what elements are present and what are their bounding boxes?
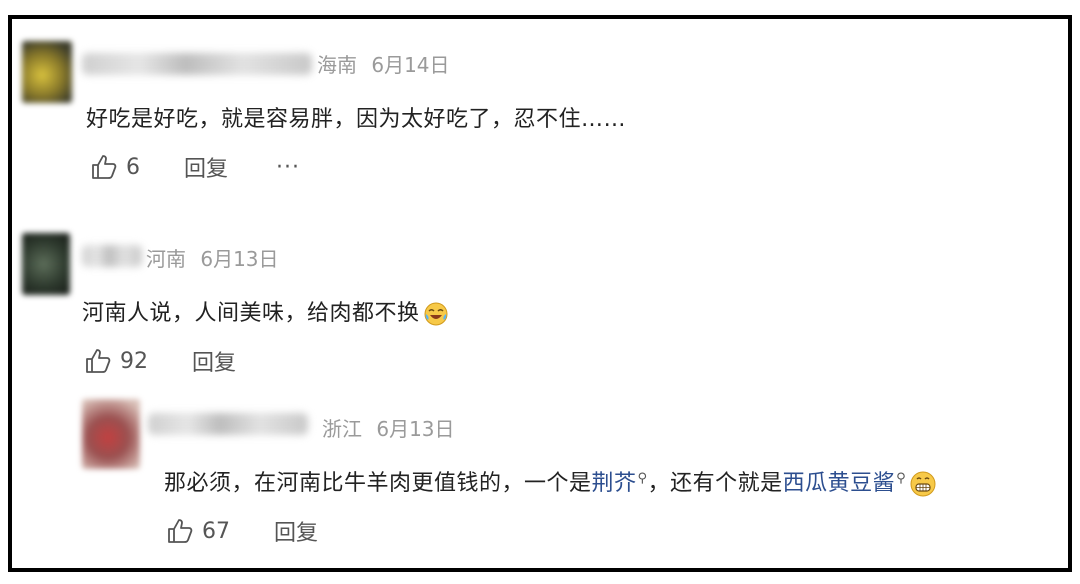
comment-text-body: 河南人说，人间美味，给肉都不换 — [82, 301, 420, 326]
like-count: 67 — [202, 518, 230, 544]
date: 6月14日 — [371, 53, 450, 77]
reply-text-part: ，还有个就是 — [647, 471, 783, 496]
location: 浙江 — [322, 417, 362, 441]
screenshot-frame: 海南 6月14日 好吃是好吃，就是容易胖，因为太好吃了，忍不住…… 6 回复 ·… — [8, 15, 1072, 572]
avatar[interactable] — [22, 41, 72, 103]
comment-text: 河南人说，人间美味，给肉都不换 — [82, 295, 449, 327]
thumbs-up-icon[interactable] — [90, 153, 118, 181]
thumbs-up-icon[interactable] — [166, 517, 194, 545]
reply-text-part: 那必须，在河南比牛羊肉更值钱的，一个是 — [164, 471, 592, 496]
avatar[interactable] — [22, 233, 70, 295]
username-blurred[interactable] — [82, 53, 312, 75]
more-options-button[interactable]: ··· — [276, 155, 300, 180]
date: 6月13日 — [376, 417, 455, 441]
search-link[interactable]: 荆芥 — [592, 471, 637, 496]
reply-text: 那必须，在河南比牛羊肉更值钱的，一个是荆芥⚲，还有个就是西瓜黄豆酱⚲ — [164, 465, 937, 498]
date: 6月13日 — [200, 247, 279, 271]
like-count: 6 — [126, 154, 140, 180]
thumbs-up-icon[interactable] — [84, 347, 112, 375]
reply-button[interactable]: 回复 — [192, 345, 236, 377]
search-icon[interactable]: ⚲ — [896, 471, 906, 486]
location: 河南 — [146, 247, 186, 271]
comment-meta: 海南 6月14日 — [317, 49, 450, 78]
reply-meta: 浙江 6月13日 — [322, 413, 455, 442]
search-icon[interactable]: ⚲ — [638, 471, 648, 486]
laughing-tears-emoji-icon — [424, 302, 448, 326]
reply-button[interactable]: 回复 — [274, 515, 318, 547]
search-link[interactable]: 西瓜黄豆酱 — [783, 471, 896, 496]
like-count: 92 — [120, 348, 148, 374]
comment-text: 好吃是好吃，就是容易胖，因为太好吃了，忍不住…… — [86, 107, 627, 132]
avatar[interactable] — [82, 399, 140, 469]
reply-button[interactable]: 回复 — [184, 151, 228, 183]
comment-meta: 河南 6月13日 — [146, 243, 279, 272]
location: 海南 — [317, 53, 357, 77]
username-blurred[interactable] — [148, 413, 308, 435]
grinning-emoji-icon — [910, 471, 936, 497]
username-blurred[interactable] — [82, 245, 142, 267]
